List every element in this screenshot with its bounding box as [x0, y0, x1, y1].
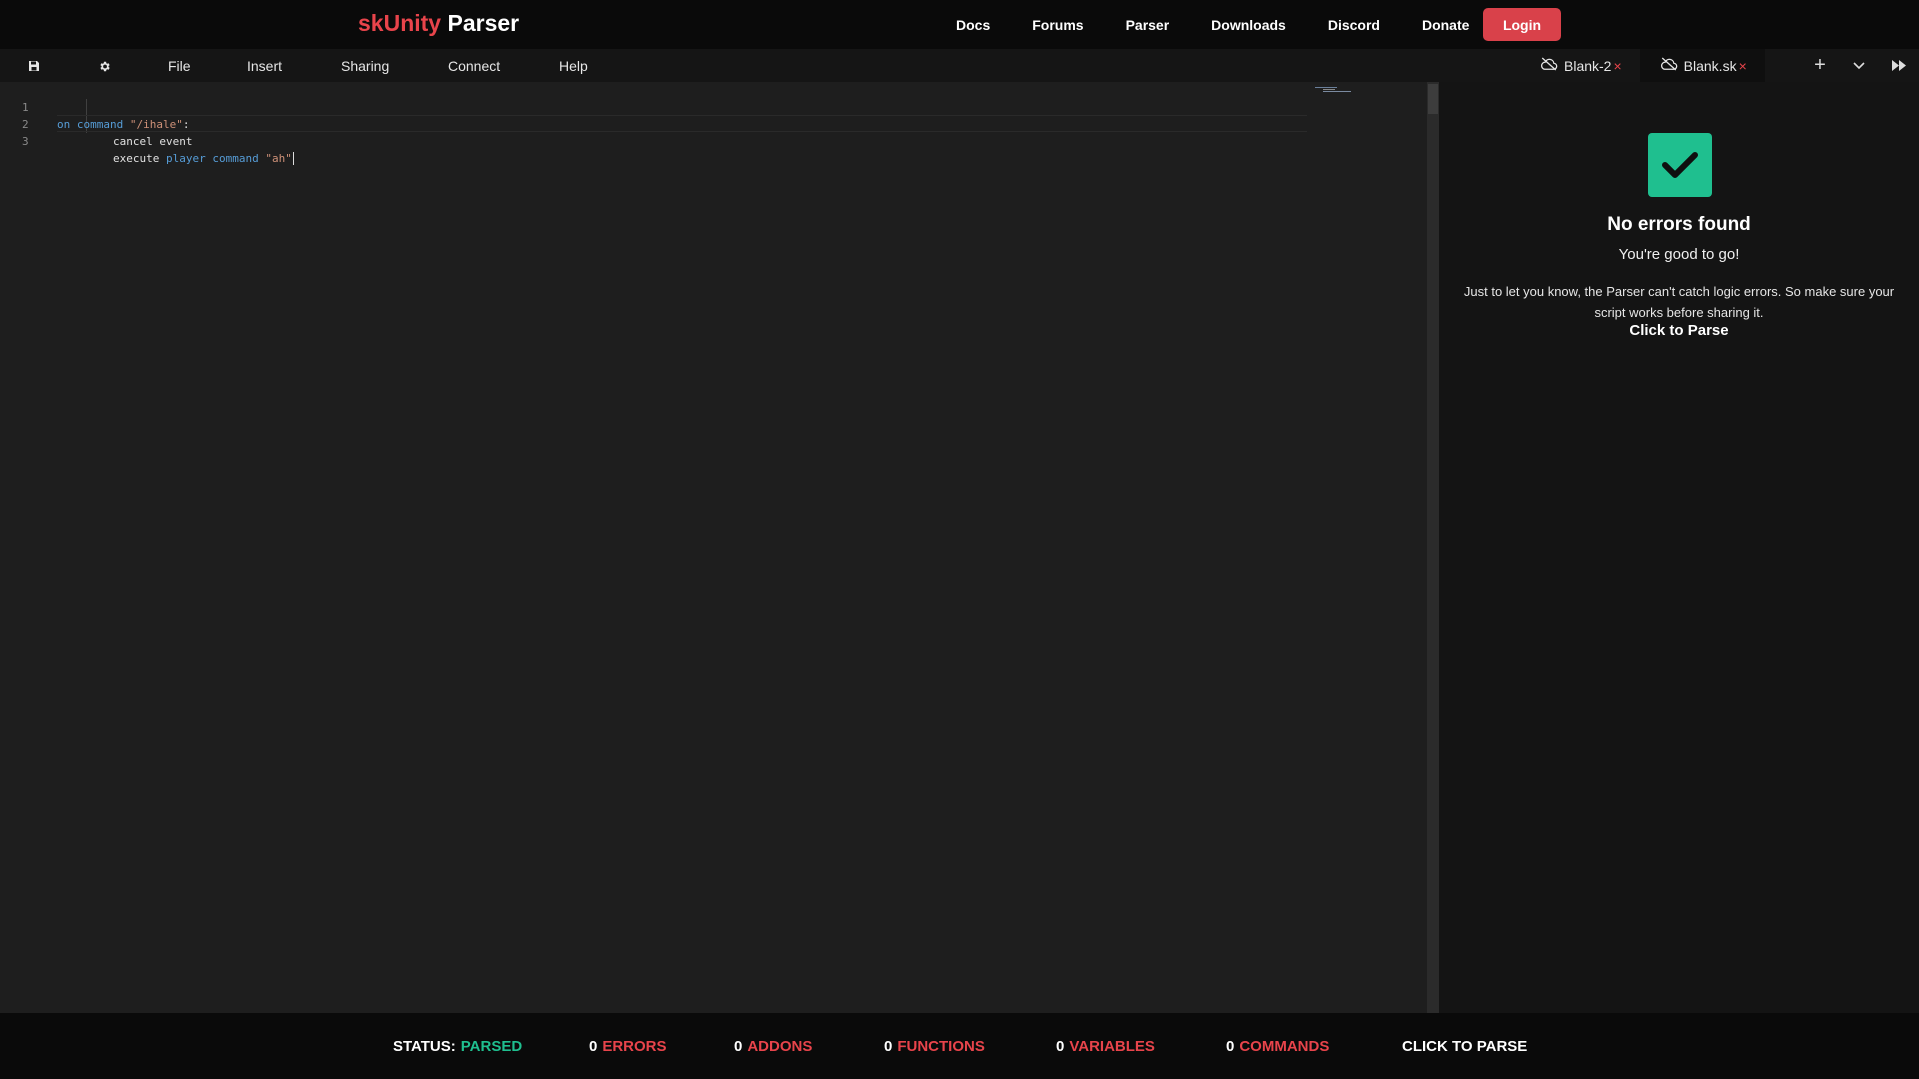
click-to-parse-link[interactable]: Click to Parse	[1439, 322, 1919, 339]
count-number: 0	[734, 1037, 743, 1055]
code-token: "ah"	[265, 152, 292, 165]
code-token: execute	[113, 152, 166, 165]
errors-count[interactable]: 0 ERRORS	[589, 1013, 667, 1079]
nav-downloads[interactable]: Downloads	[1190, 17, 1307, 33]
top-navbar: skUnity Parser Docs Forums Parser Downlo…	[0, 0, 1919, 49]
status-indicator: STATUS: PARSED	[393, 1013, 522, 1079]
click-to-parse-button[interactable]: CLICK TO PARSE	[1402, 1013, 1527, 1079]
addons-count[interactable]: 0 ADDONS	[734, 1013, 812, 1079]
tab-label: Blank.sk	[1683, 57, 1737, 74]
status-label: STATUS:	[393, 1037, 456, 1055]
parser-results-panel: No errors found You're good to go! Just …	[1439, 82, 1919, 1013]
login-button[interactable]: Login	[1483, 8, 1561, 41]
tab-close-icon[interactable]: ×	[1739, 58, 1747, 74]
minimap[interactable]	[1315, 82, 1355, 92]
save-icon[interactable]	[25, 57, 43, 75]
text-cursor	[292, 152, 294, 165]
brand-suffix: Parser	[441, 10, 520, 36]
editor-toolbar: File Insert Sharing Connect Help Blank-2…	[0, 49, 1919, 82]
status-bar: STATUS: PARSED 0 ERRORS 0 ADDONS 0 FUNCTIONS…	[0, 1013, 1919, 1079]
commands-count[interactable]: 0 COMMANDS	[1226, 1013, 1329, 1079]
check-icon	[1648, 133, 1712, 197]
code-editor[interactable]: 1 on command "/ihale": 2 cancel event 3 …	[0, 82, 1427, 1013]
code-token: player command	[165, 152, 266, 165]
fast-forward-icon[interactable]	[1881, 49, 1917, 82]
gear-icon[interactable]	[95, 57, 113, 75]
code-token: cancel event	[113, 135, 193, 148]
main-nav: Docs Forums Parser Downloads Discord Don…	[935, 0, 1490, 49]
menu-insert[interactable]: Insert	[247, 49, 282, 82]
cloud-off-icon	[1540, 57, 1558, 74]
count-number: 0	[884, 1037, 893, 1055]
brand-prefix: skUnity	[358, 10, 442, 36]
brand-logo[interactable]: skUnity Parser	[358, 10, 519, 37]
count-number: 0	[1226, 1037, 1235, 1055]
tab-blank-2[interactable]: Blank-2 ×	[1520, 49, 1640, 82]
count-label: ERRORS	[602, 1037, 667, 1055]
count-label: VARIABLES	[1069, 1037, 1155, 1055]
editor-scrollbar[interactable]	[1427, 82, 1439, 1013]
tab-blank-sk[interactable]: Blank.sk ×	[1639, 49, 1765, 82]
menu-help[interactable]: Help	[559, 49, 588, 82]
count-label: FUNCTIONS	[897, 1037, 985, 1055]
variables-count[interactable]: 0 VARIABLES	[1056, 1013, 1155, 1079]
nav-discord[interactable]: Discord	[1307, 17, 1401, 33]
nav-donate[interactable]: Donate	[1401, 17, 1490, 33]
count-label: ADDONS	[747, 1037, 813, 1055]
tab-label: Blank-2	[1564, 57, 1612, 74]
menu-file[interactable]: File	[168, 49, 191, 82]
results-note: Just to let you know, the Parser can't c…	[1463, 284, 1895, 320]
chevron-down-icon[interactable]	[1841, 49, 1877, 82]
cloud-off-icon	[1660, 57, 1678, 74]
nav-docs[interactable]: Docs	[935, 17, 1011, 33]
code-line[interactable]: 2 cancel event	[0, 99, 1310, 148]
line-number: 3	[22, 135, 29, 148]
nav-forums[interactable]: Forums	[1011, 17, 1104, 33]
functions-count[interactable]: 0 FUNCTIONS	[884, 1013, 985, 1079]
count-number: 0	[1056, 1037, 1065, 1055]
status-value: PARSED	[460, 1037, 523, 1055]
scrollbar-thumb[interactable]	[1428, 84, 1438, 114]
nav-parser[interactable]: Parser	[1105, 17, 1191, 33]
results-subtitle: You're good to go!	[1618, 246, 1740, 263]
tab-close-icon[interactable]: ×	[1613, 58, 1621, 74]
file-tabs: Blank-2 × Blank.sk ×	[1520, 49, 1765, 82]
results-title: No errors found	[1607, 214, 1751, 235]
menu-sharing[interactable]: Sharing	[341, 49, 389, 82]
code-line[interactable]: 1 on command "/ihale":	[0, 82, 1310, 131]
menu-connect[interactable]: Connect	[448, 49, 500, 82]
add-tab-button[interactable]: +	[1802, 49, 1838, 82]
count-label: COMMANDS	[1239, 1037, 1330, 1055]
count-number: 0	[589, 1037, 598, 1055]
code-line[interactable]: 3 execute player command "ah"	[0, 116, 1310, 165]
